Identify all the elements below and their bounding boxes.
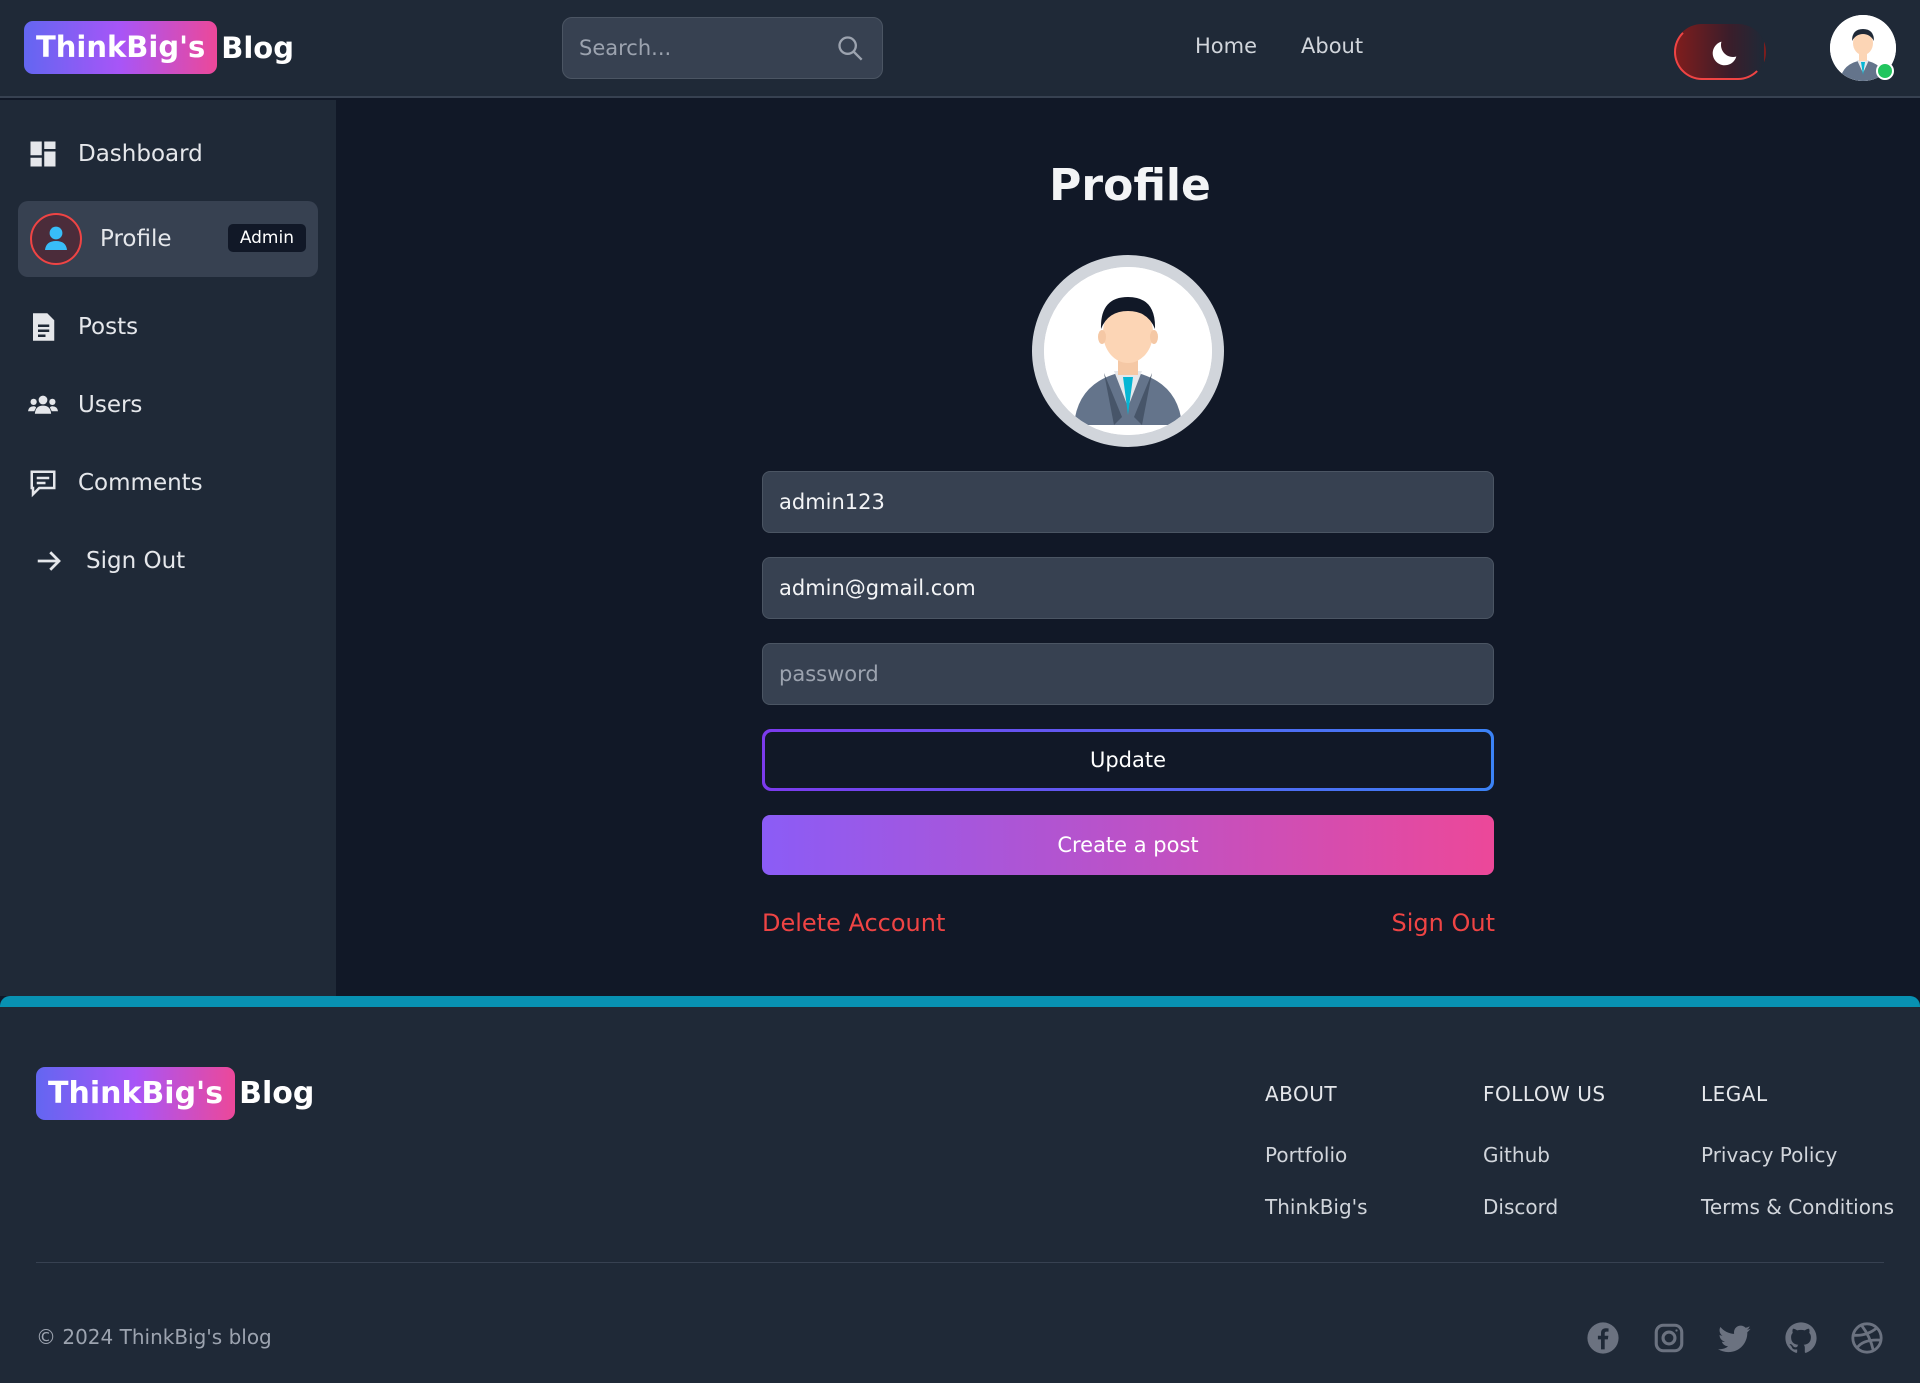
instagram-icon[interactable] <box>1652 1321 1686 1355</box>
sidebar-item-dashboard[interactable]: Dashboard <box>18 116 318 192</box>
brand-logo[interactable]: ThinkBig's Blog <box>24 21 294 74</box>
footer-heading: FOLLOW US <box>1483 1082 1606 1106</box>
arrow-right-icon <box>37 551 61 571</box>
sidebar-item-profile[interactable]: Profile Admin <box>18 201 318 277</box>
sidebar-item-signout[interactable]: Sign Out <box>18 523 318 599</box>
sidebar-item-label: Posts <box>78 314 139 340</box>
dashboard-icon <box>30 141 56 167</box>
footer-link-privacy[interactable]: Privacy Policy <box>1701 1143 1894 1167</box>
sidebar-item-label: Profile <box>100 226 172 252</box>
update-button-label: Update <box>765 732 1491 788</box>
footer-column-about: ABOUT Portfolio ThinkBig's <box>1265 1082 1368 1219</box>
user-icon <box>30 213 82 265</box>
brand-suffix: Blog <box>239 1076 315 1111</box>
sidebar-item-label: Dashboard <box>78 141 203 167</box>
comment-icon <box>30 470 56 498</box>
sidebar-item-label: Comments <box>78 470 203 496</box>
footer-link-terms[interactable]: Terms & Conditions <box>1701 1195 1894 1219</box>
twitter-icon[interactable] <box>1718 1321 1752 1355</box>
moon-icon <box>1712 41 1737 66</box>
sidebar-item-posts[interactable]: Posts <box>18 289 318 365</box>
footer-heading: ABOUT <box>1265 1082 1338 1106</box>
sidebar: Dashboard Profile Admin Posts Users Comm… <box>0 100 336 996</box>
online-status-dot <box>1876 62 1894 80</box>
footer-link-discord[interactable]: Discord <box>1483 1195 1606 1219</box>
page-title: Profile <box>1049 160 1211 211</box>
copyright-text: © 2024 ThinkBig's blog <box>36 1325 272 1349</box>
username-field[interactable] <box>762 471 1494 533</box>
facebook-icon[interactable] <box>1586 1321 1620 1355</box>
brand-suffix: Blog <box>221 30 294 65</box>
top-navbar: ThinkBig's Blog Home About <box>0 0 1920 98</box>
search-icon[interactable] <box>836 34 864 62</box>
github-icon[interactable] <box>1784 1321 1818 1355</box>
delete-account-link[interactable]: Delete Account <box>762 909 945 937</box>
dribbble-icon[interactable] <box>1850 1321 1884 1355</box>
footer-brand-logo[interactable]: ThinkBig's Blog <box>36 1067 314 1120</box>
sidebar-item-users[interactable]: Users <box>18 367 318 443</box>
admin-badge: Admin <box>227 224 306 252</box>
sidebar-item-label: Users <box>78 392 143 418</box>
footer-link-github[interactable]: Github <box>1483 1143 1606 1167</box>
brand-badge: ThinkBig's <box>36 1067 236 1120</box>
footer-column-legal: LEGAL Privacy Policy Terms & Conditions <box>1701 1082 1894 1219</box>
sign-out-link[interactable]: Sign Out <box>1392 909 1496 937</box>
footer-link-portfolio[interactable]: Portfolio <box>1265 1143 1368 1167</box>
sidebar-item-comments[interactable]: Comments <box>18 445 318 521</box>
document-icon <box>33 313 55 341</box>
password-field[interactable] <box>762 643 1494 705</box>
footer: ThinkBig's Blog ABOUT Portfolio ThinkBig… <box>0 996 1920 1383</box>
brand-badge: ThinkBig's <box>24 21 218 74</box>
update-button[interactable]: Update <box>762 729 1494 791</box>
footer-divider <box>36 1262 1884 1263</box>
footer-link-thinkbigs[interactable]: ThinkBig's <box>1265 1195 1368 1219</box>
theme-toggle-button[interactable] <box>1674 24 1766 80</box>
footer-column-follow: FOLLOW US Github Discord <box>1483 1082 1606 1219</box>
sidebar-item-label: Sign Out <box>86 548 186 574</box>
profile-avatar[interactable] <box>1032 255 1224 447</box>
avatar-person-icon <box>1044 267 1212 435</box>
nav-home-link[interactable]: Home <box>1195 34 1257 58</box>
search-input[interactable] <box>563 18 823 78</box>
search-box <box>562 17 883 79</box>
nav-about-link[interactable]: About <box>1301 34 1363 58</box>
create-post-button[interactable]: Create a post <box>762 815 1494 875</box>
email-field[interactable] <box>762 557 1494 619</box>
footer-heading: LEGAL <box>1701 1082 1768 1106</box>
users-icon <box>28 395 58 414</box>
